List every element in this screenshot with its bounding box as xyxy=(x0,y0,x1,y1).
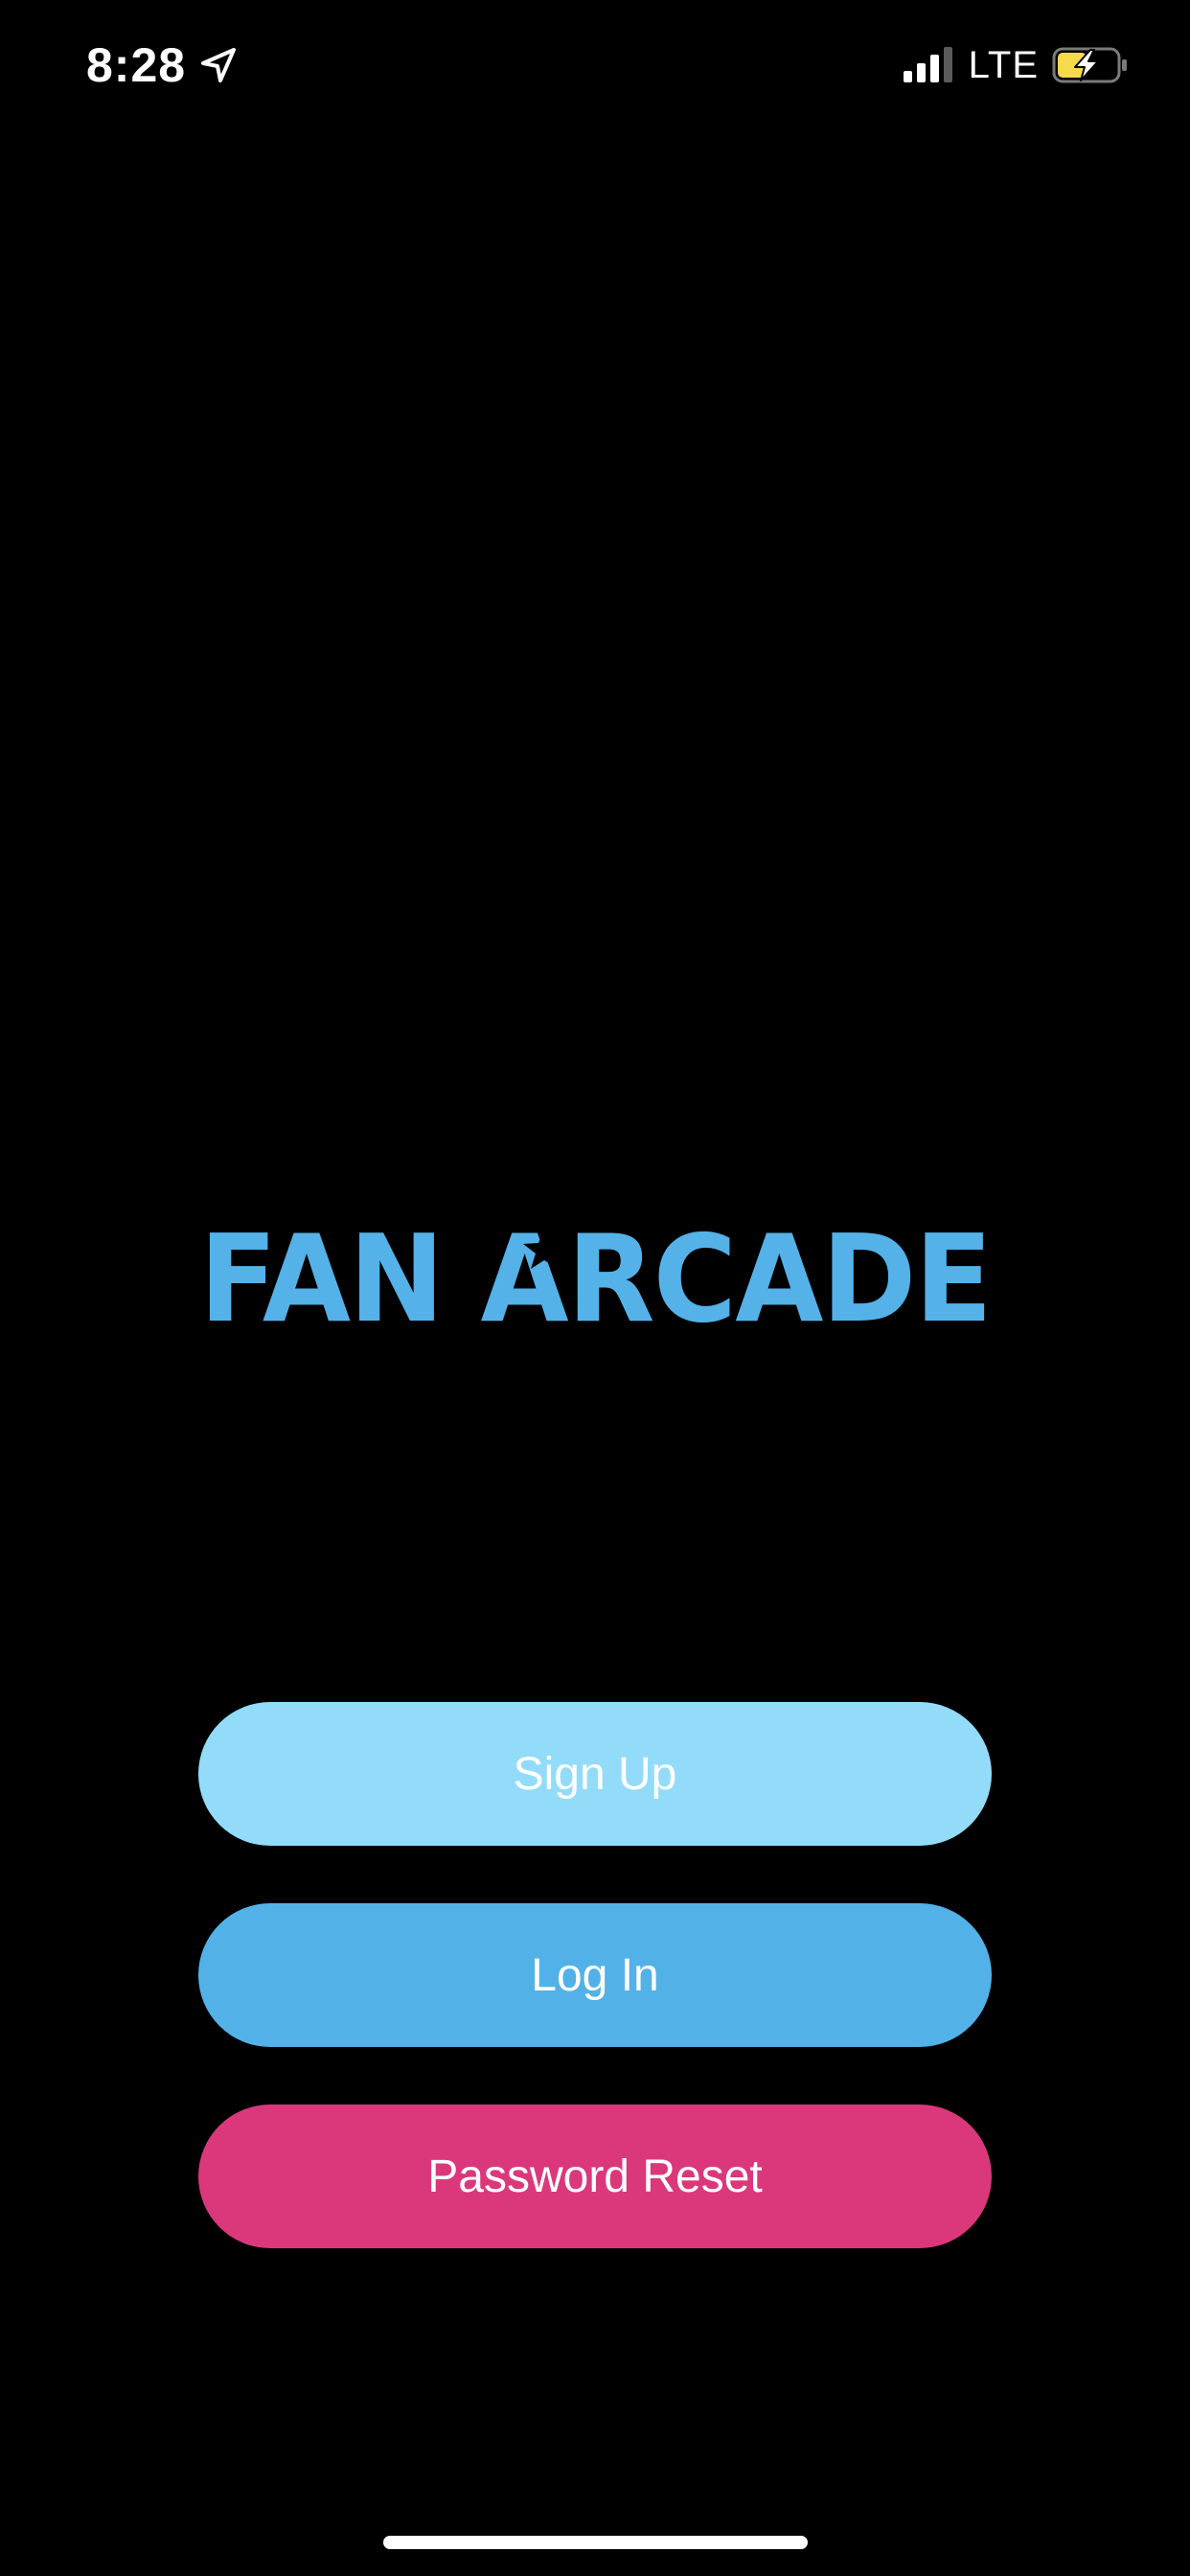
status-indicators: LTE xyxy=(902,42,1129,88)
fan-arcade-logo: FAN ARCADE xyxy=(197,1213,993,1328)
home-indicator[interactable] xyxy=(383,2536,808,2549)
svg-text:FAN ARCADE: FAN ARCADE xyxy=(199,1213,991,1328)
status-time: 8:28 xyxy=(86,38,187,92)
password-reset-button[interactable]: Password Reset xyxy=(198,2104,992,2248)
location-arrow-icon xyxy=(199,46,238,84)
cellular-signal-icon xyxy=(902,46,955,84)
status-bar: 8:28 LTE xyxy=(0,0,1190,134)
sign-up-button[interactable]: Sign Up xyxy=(198,1702,992,1846)
auth-actions: Sign Up Log In Password Reset xyxy=(198,1702,992,2248)
battery-charging-icon xyxy=(1052,46,1129,84)
network-type-label: LTE xyxy=(968,43,1039,86)
status-time-group: 8:28 xyxy=(86,34,238,96)
log-in-button[interactable]: Log In xyxy=(198,1903,992,2047)
